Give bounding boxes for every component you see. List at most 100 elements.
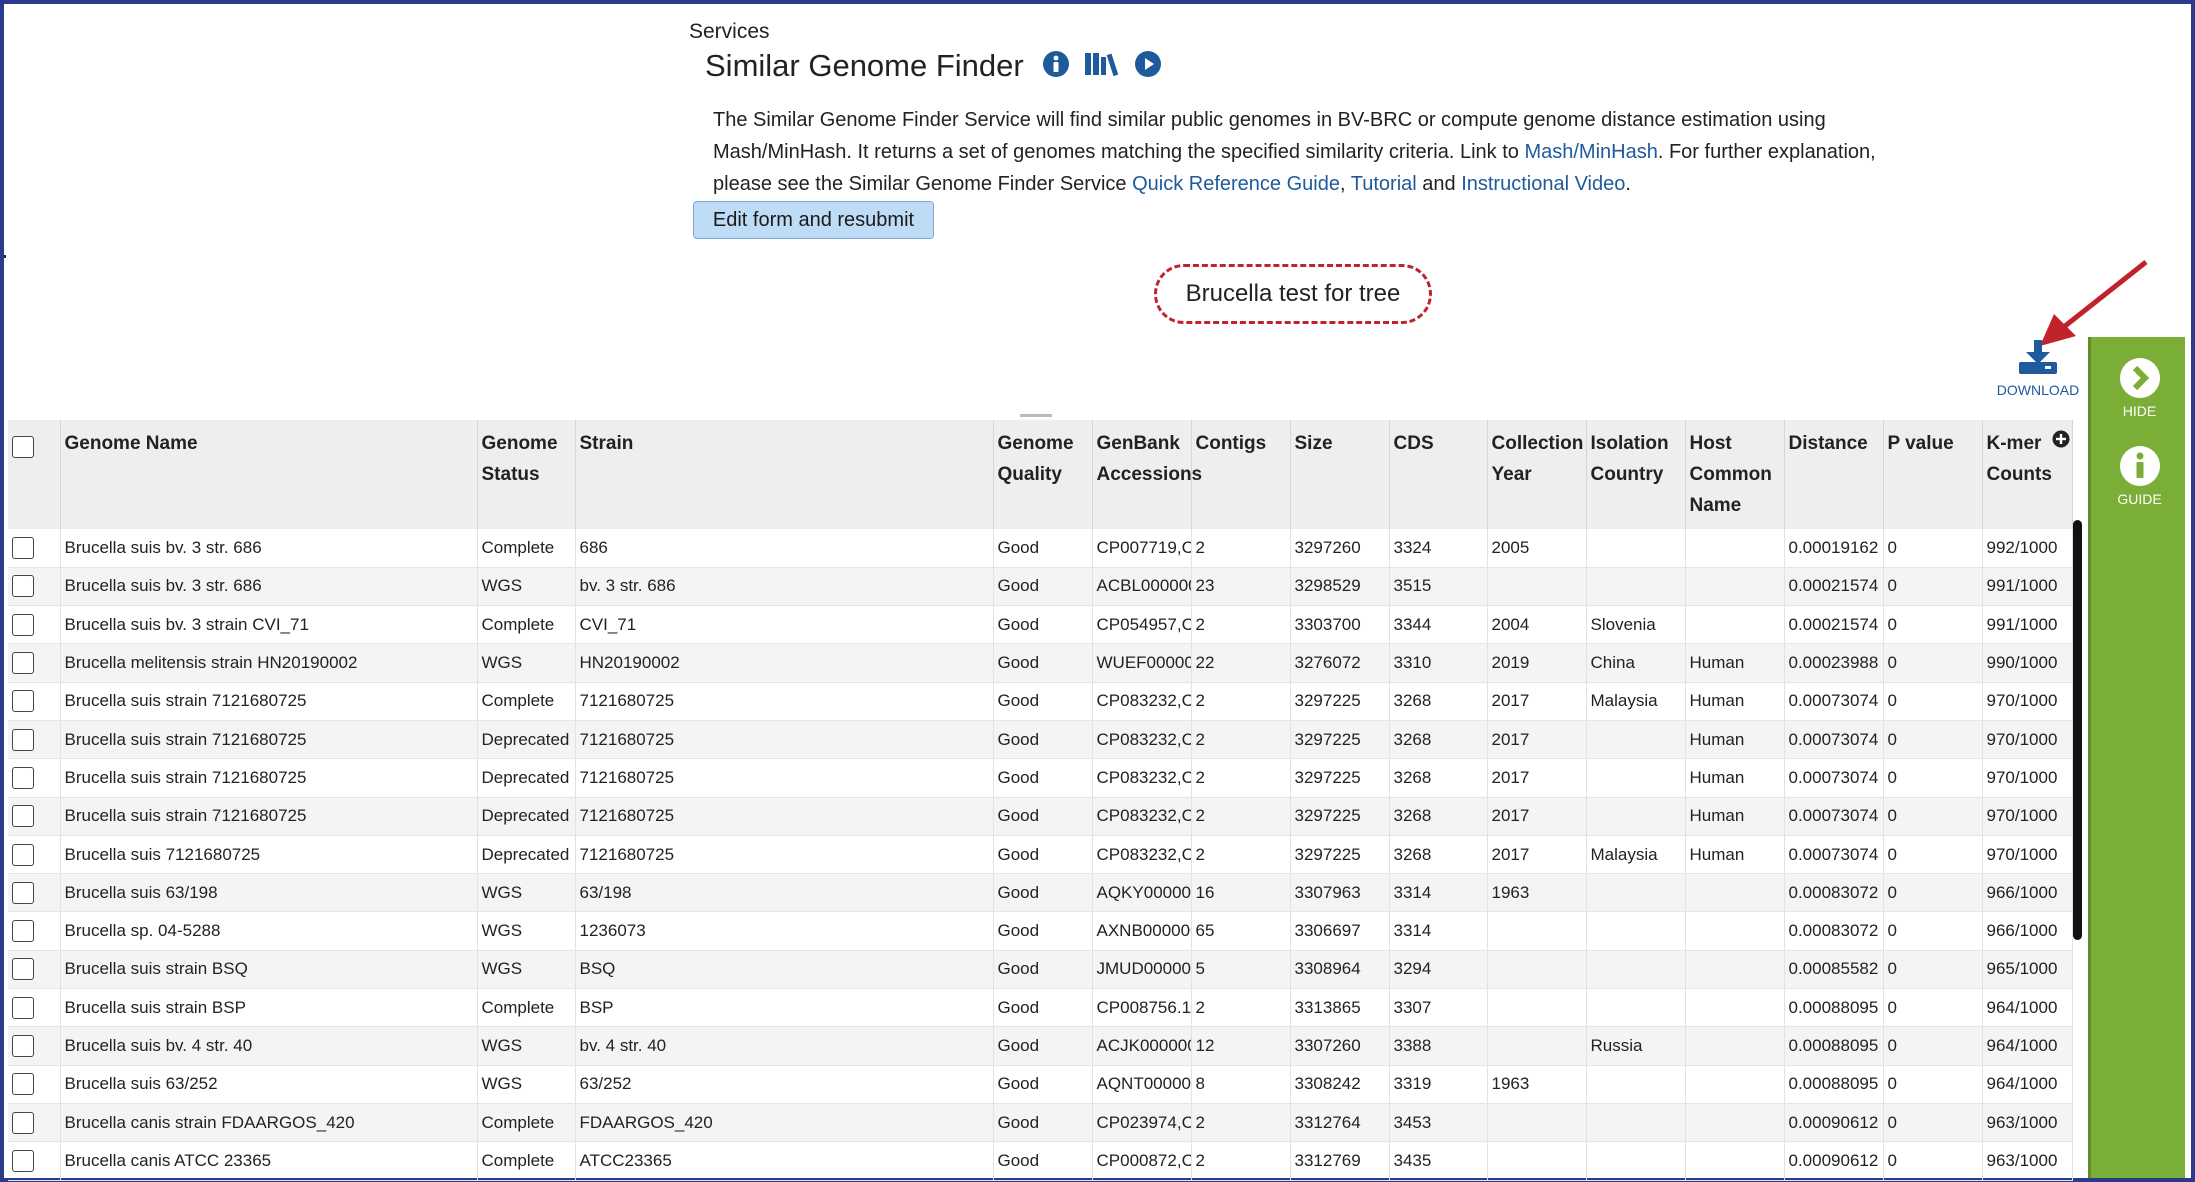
page-title: Similar Genome Finder (705, 48, 1024, 83)
row-checkbox[interactable] (12, 805, 34, 828)
table-row[interactable]: Brucella suis strain BSP Complete BSP Good C… (8, 988, 2073, 1028)
guide-button[interactable]: GUIDE (2091, 445, 2188, 507)
instructional-video-link[interactable]: Instructional Video (1461, 173, 1625, 195)
column-header-p-value[interactable]: P value (1883, 420, 1983, 529)
cell-p-value: 0 (1883, 758, 1983, 798)
download-button[interactable]: DOWNLOAD (1990, 340, 2086, 398)
row-checkbox[interactable] (12, 1073, 34, 1096)
cell-distance: 0.00090612 (1784, 1141, 1884, 1181)
column-header-collection-year[interactable]: Collection Year (1487, 420, 1587, 529)
column-header-isolation-country[interactable]: Isolation Country (1586, 420, 1686, 529)
table-row[interactable]: Brucella suis 7121680725 Deprecated 712168… (8, 835, 2073, 875)
cell-genome-status: Deprecated (477, 758, 576, 798)
play-video-icon[interactable] (1134, 50, 1162, 83)
row-checkbox[interactable] (12, 652, 34, 675)
row-checkbox[interactable] (12, 690, 34, 713)
table-row[interactable]: Brucella canis strain FDAARGOS_420 Comple… (8, 1103, 2073, 1143)
cell-strain: 7121680725 (575, 758, 994, 798)
row-checkbox[interactable] (12, 920, 34, 943)
row-checkbox[interactable] (12, 1149, 34, 1172)
column-header-kmer-counts[interactable]: K-mer Counts (1982, 420, 2073, 529)
table-row[interactable]: Brucella melitensis strain HN20190002 WGS… (8, 643, 2073, 683)
table-row[interactable]: Brucella suis 63/198 WGS 63/198 Good AQKY000… (8, 873, 2073, 913)
row-checkbox[interactable] (12, 766, 34, 789)
info-icon[interactable] (1042, 50, 1070, 83)
cell-kmer-counts: 963/1000 (1982, 1141, 2073, 1181)
cell-strain: BSP (575, 988, 994, 1028)
cell-distance: 0.00083072 (1784, 873, 1884, 913)
cell-distance: 0.00021574 (1784, 605, 1884, 645)
row-checkbox[interactable] (12, 958, 34, 981)
row-checkbox[interactable] (12, 536, 34, 559)
row-checkbox[interactable] (12, 575, 34, 598)
cell-p-value: 0 (1883, 720, 1983, 760)
add-column-icon[interactable] (2052, 430, 2070, 448)
table-row[interactable]: Brucella suis bv. 3 str. 686 WGS bv. 3 str… (8, 567, 2073, 607)
cell-genbank-accessions: CP083232,CP083233 (1092, 797, 1192, 836)
row-checkbox[interactable] (12, 843, 34, 866)
column-header-host-common-name[interactable]: Host Common Name (1685, 420, 1785, 529)
column-header-genome-quality[interactable]: Genome Quality (993, 420, 1093, 529)
column-header-genome-status[interactable]: Genome Status (477, 420, 576, 529)
column-header-distance[interactable]: Distance (1784, 420, 1884, 529)
cell-isolation-country (1586, 1141, 1686, 1181)
library-icon[interactable] (1084, 51, 1120, 82)
edit-resubmit-button[interactable]: Edit form and resubmit (693, 201, 934, 239)
cell-genome-quality: Good (993, 605, 1093, 645)
cell-cds: 3319 (1389, 1065, 1488, 1104)
cell-strain: FDAARGOS_420 (575, 1103, 994, 1143)
cell-genbank-accessions: CP007719,CP007720 (1092, 529, 1192, 568)
cell-collection-year: 2017 (1487, 835, 1587, 875)
cell-host-common-name (1685, 529, 1785, 568)
table-row[interactable]: Brucella suis 63/252 WGS 63/252 Good AQNT000… (8, 1065, 2073, 1104)
row-checkbox[interactable] (12, 728, 34, 751)
mash-minhash-link[interactable]: Mash/MinHash (1524, 141, 1657, 163)
table-row[interactable]: Brucella canis ATCC 23365 Complete ATCC233… (8, 1141, 2073, 1181)
cell-genome-status: WGS (477, 873, 576, 913)
table-row[interactable]: Brucella suis bv. 3 str. 686 Complete 686 G… (8, 529, 2073, 568)
column-header-genbank-accessions[interactable]: GenBank Accessions (1092, 420, 1202, 529)
hide-label: HIDE (2122, 403, 2157, 419)
resize-handle[interactable] (1020, 414, 1052, 417)
table-row[interactable]: Brucella suis strain BSQ WGS BSQ Good JMUD00… (8, 950, 2073, 990)
cell-cds: 3268 (1389, 835, 1488, 875)
table-row[interactable]: Brucella suis strain 7121680725 Deprecate… (8, 720, 2073, 760)
cell-size: 3308964 (1290, 950, 1390, 990)
cell-genome-name: Brucella suis strain 7121680725 (60, 682, 478, 721)
table-row[interactable]: Brucella suis bv. 3 strain CVI_71 Complet… (8, 605, 2073, 645)
row-checkbox[interactable] (12, 613, 34, 636)
cell-contigs: 2 (1191, 529, 1291, 568)
row-checkbox[interactable] (12, 1111, 34, 1134)
row-checkbox[interactable] (12, 996, 34, 1019)
breadcrumb[interactable]: Services (689, 20, 770, 44)
table-scrollbar[interactable] (2073, 520, 2082, 940)
cell-genome-status: Complete (477, 682, 576, 721)
table-row[interactable]: Brucella suis bv. 4 str. 40 WGS bv. 4 str.… (8, 1026, 2073, 1066)
cell-distance: 0.00090612 (1784, 1103, 1884, 1143)
row-checkbox[interactable] (12, 1035, 34, 1057)
cell-genome-status: Deprecated (477, 797, 576, 836)
table-row[interactable]: Brucella suis strain 7121680725 Deprecate… (8, 758, 2073, 798)
quick-reference-guide-link[interactable]: Quick Reference Guide (1132, 173, 1340, 195)
table-row[interactable]: Brucella sp. 04-5288 WGS 1236073 Good AXNB00… (8, 911, 2073, 951)
table-row[interactable]: Brucella suis strain 7121680725 Complete 7… (8, 682, 2073, 721)
cell-cds: 3453 (1389, 1103, 1488, 1143)
column-header-cds[interactable]: CDS (1389, 420, 1488, 529)
cell-distance: 0.00088095 (1784, 1065, 1884, 1104)
cell-p-value: 0 (1883, 1026, 1983, 1066)
column-header-contigs[interactable]: Contigs (1191, 420, 1291, 529)
hide-button[interactable]: HIDE (2091, 357, 2188, 419)
cell-strain: 63/252 (575, 1065, 994, 1104)
cell-kmer-counts: 970/1000 (1982, 720, 2073, 760)
cell-genome-quality: Good (993, 950, 1093, 990)
row-checkbox[interactable] (12, 881, 34, 904)
table-row[interactable]: Brucella suis strain 7121680725 Deprecate… (8, 797, 2073, 836)
cell-contigs: 2 (1191, 835, 1291, 875)
cell-p-value: 0 (1883, 567, 1983, 607)
column-header-size[interactable]: Size (1290, 420, 1390, 529)
cell-host-common-name (1685, 873, 1785, 913)
select-all-checkbox[interactable] (12, 435, 34, 458)
column-header-genome-name[interactable]: Genome Name (60, 420, 478, 529)
tutorial-link[interactable]: Tutorial (1351, 173, 1417, 195)
column-header-strain[interactable]: Strain (575, 420, 994, 529)
